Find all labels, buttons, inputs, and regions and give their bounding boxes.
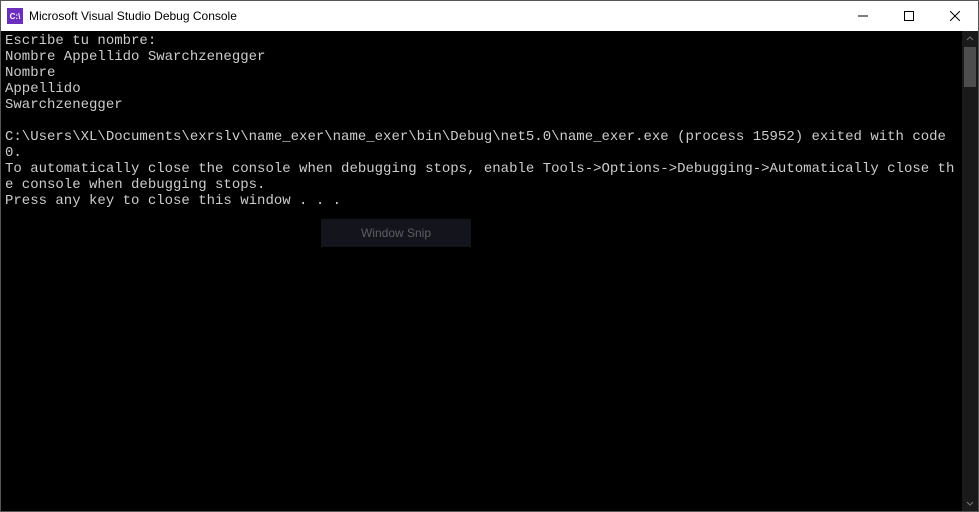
chevron-down-icon [966,499,974,507]
console-line: Nombre Appellido Swarchzenegger [5,49,958,65]
app-icon: C:\ [7,8,23,24]
console-line: Swarchzenegger [5,97,958,113]
console-line: C:\Users\XL\Documents\exrslv\name_exer\n… [5,129,958,161]
console-area: Escribe tu nombre:Nombre Appellido Swarc… [1,31,978,511]
minimize-button[interactable] [840,1,886,31]
close-icon [950,11,960,21]
vertical-scrollbar[interactable] [962,31,978,511]
scroll-thumb[interactable] [964,47,976,87]
scroll-down-arrow[interactable] [962,495,978,511]
console-line: Nombre [5,65,958,81]
scroll-up-arrow[interactable] [962,31,978,47]
console-output[interactable]: Escribe tu nombre:Nombre Appellido Swarc… [1,31,962,511]
minimize-icon [858,11,868,21]
maximize-icon [904,11,914,21]
window-title: Microsoft Visual Studio Debug Console [29,9,237,23]
console-line: Appellido [5,81,958,97]
maximize-button[interactable] [886,1,932,31]
window-titlebar[interactable]: C:\ Microsoft Visual Studio Debug Consol… [1,1,978,31]
console-line: Press any key to close this window . . . [5,193,958,209]
close-button[interactable] [932,1,978,31]
window-controls [840,1,978,31]
console-line: Escribe tu nombre: [5,33,958,49]
console-line: To automatically close the console when … [5,161,958,193]
chevron-up-icon [966,35,974,43]
console-line [5,113,958,129]
